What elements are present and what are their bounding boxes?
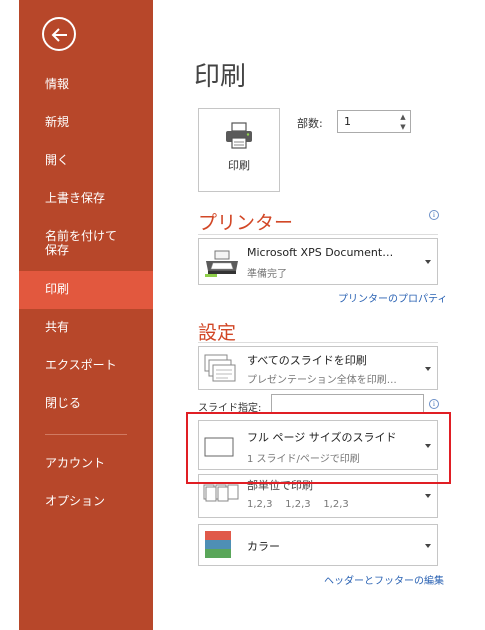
nav-item-label: 情報 — [45, 77, 70, 92]
increment-icon[interactable]: ▲ — [399, 113, 407, 121]
back-button[interactable] — [42, 17, 76, 51]
nav-item-options[interactable]: オプション — [19, 483, 153, 521]
nav-item-save[interactable]: 上書き保存 — [19, 180, 153, 218]
chevron-down-icon — [425, 494, 431, 498]
settings-heading: 設定 — [198, 322, 237, 344]
nav-item-label: アカウント — [45, 456, 106, 471]
slide-range-title: すべてのスライドを印刷 — [247, 354, 367, 367]
collate-subtitle: 1,2,3 1,2,3 1,2,3 — [247, 499, 349, 510]
collate-icon — [203, 484, 239, 502]
printer-dropdown[interactable]: Microsoft XPS Document… 準備完了 — [198, 238, 438, 285]
highlight-box — [186, 412, 451, 484]
slides-stack-icon — [204, 354, 236, 382]
backstage-sidebar: 情報 新規 開く 上書き保存 名前を付けて 保存 印刷 共有 エクスポート 閉じ… — [19, 0, 153, 630]
copies-label: 部数: — [297, 117, 323, 130]
nav-item-label: 開く — [45, 153, 70, 168]
info-icon[interactable]: i — [429, 210, 439, 220]
slide-range-subtitle: プレゼンテーション全体を印刷… — [247, 375, 397, 386]
nav-item-close[interactable]: 閉じる — [19, 385, 153, 423]
printer-heading: プリンター — [198, 212, 294, 234]
info-icon[interactable]: i — [429, 399, 439, 409]
nav-item-label: 名前を付けて 保存 — [45, 229, 118, 257]
color-title: カラー — [247, 540, 280, 553]
color-dropdown[interactable]: カラー — [198, 524, 438, 566]
printer-device-icon — [205, 250, 238, 277]
print-button[interactable]: 印刷 — [198, 108, 280, 192]
nav-item-label: 新規 — [45, 115, 70, 130]
printer-name: Microsoft XPS Document… — [247, 246, 394, 259]
nav-item-label: 上書き保存 — [45, 191, 106, 206]
chevron-down-icon — [425, 367, 431, 371]
print-button-label: 印刷 — [228, 159, 250, 172]
nav-item-print[interactable]: 印刷 — [19, 271, 153, 309]
copies-stepper[interactable]: 1 ▲ ▼ — [337, 110, 411, 133]
nav-item-new[interactable]: 新規 — [19, 104, 153, 142]
section-divider — [198, 342, 438, 343]
printer-icon — [226, 122, 252, 149]
slide-spec-input[interactable] — [271, 394, 424, 414]
slide-range-dropdown[interactable]: すべてのスライドを印刷 プレゼンテーション全体を印刷… — [198, 346, 438, 390]
nav-item-open[interactable]: 開く — [19, 142, 153, 180]
nav-item-label: 閉じる — [45, 396, 82, 411]
chevron-down-icon — [425, 260, 431, 264]
decrement-icon[interactable]: ▼ — [399, 123, 407, 131]
copies-value[interactable]: 1 — [344, 115, 351, 128]
sidebar-divider — [45, 434, 127, 435]
nav-item-export[interactable]: エクスポート — [19, 347, 153, 385]
nav-item-account[interactable]: アカウント — [19, 445, 153, 483]
page-title: 印刷 — [194, 62, 247, 92]
printer-status: 準備完了 — [247, 269, 287, 280]
printer-properties-link[interactable]: プリンターのプロパティ — [338, 290, 447, 305]
chevron-down-icon — [425, 544, 431, 548]
edit-header-footer-link[interactable]: ヘッダーとフッターの編集 — [324, 572, 444, 587]
arrow-left-icon — [51, 28, 67, 42]
nav-item-label: エクスポート — [45, 358, 117, 373]
section-divider — [198, 234, 438, 235]
nav-item-label: 共有 — [45, 320, 70, 335]
nav-item-label: 印刷 — [45, 282, 70, 297]
color-swatch-icon — [205, 531, 231, 558]
nav-item-label: オプション — [45, 494, 106, 509]
nav-item-share[interactable]: 共有 — [19, 309, 153, 347]
nav-item-save-as[interactable]: 名前を付けて 保存 — [19, 222, 153, 266]
nav-item-info[interactable]: 情報 — [19, 66, 153, 104]
